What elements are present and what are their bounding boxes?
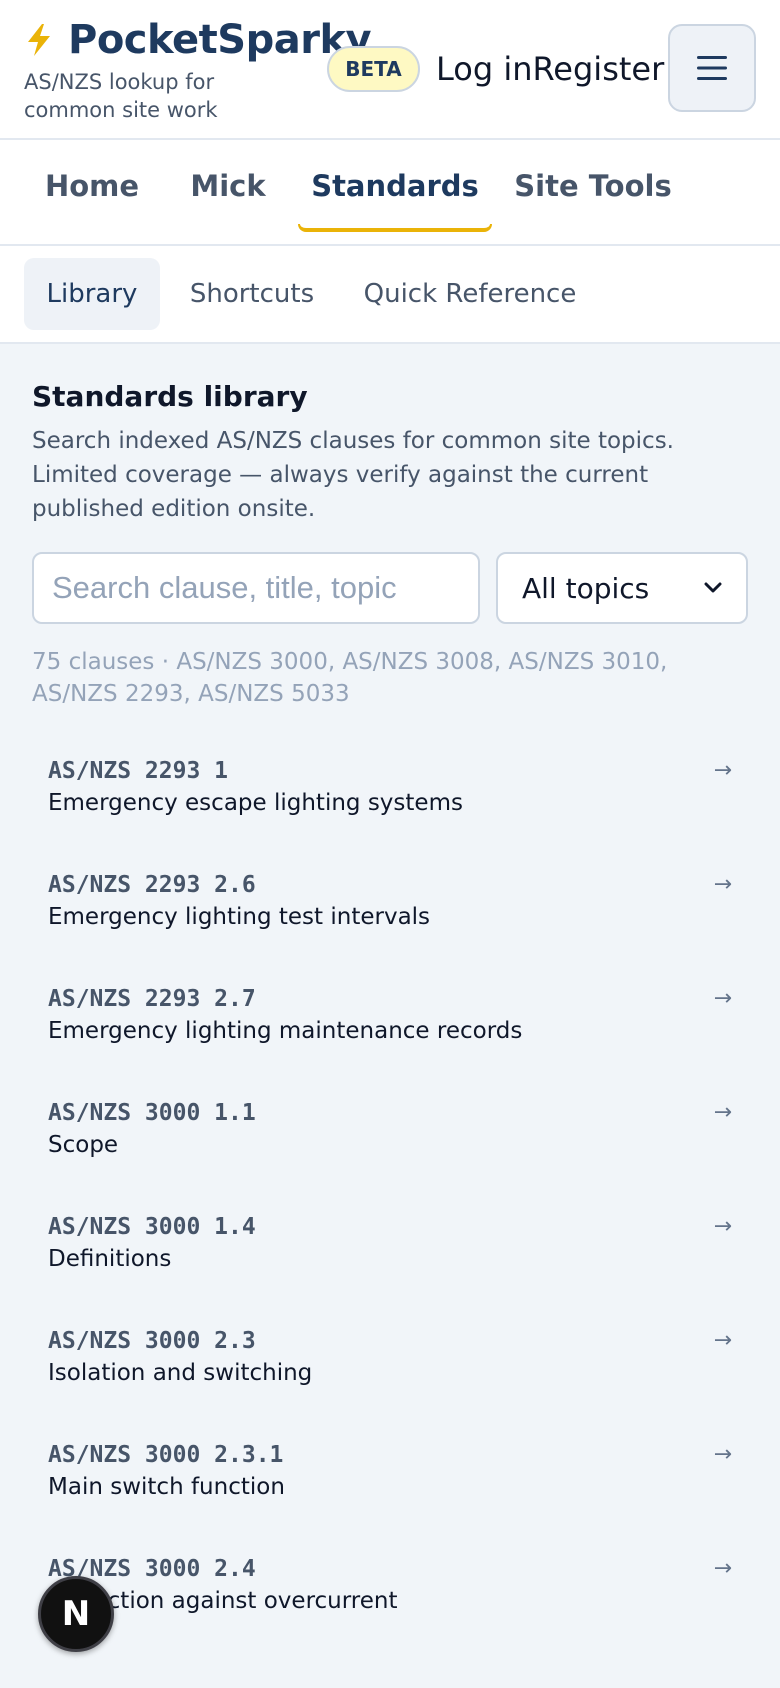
login-link[interactable]: Log in bbox=[436, 50, 533, 88]
bolt-icon bbox=[28, 24, 50, 56]
clause-row[interactable]: AS/NZS 3000 1.4 Definitions → bbox=[32, 1196, 748, 1310]
clause-title: Definitions bbox=[48, 1246, 172, 1272]
clause-title: Isolation and switching bbox=[48, 1360, 313, 1386]
chevron-down-icon bbox=[704, 582, 722, 593]
app-header: PocketSparky AS/NZS lookup for common si… bbox=[0, 0, 780, 140]
menu-button[interactable] bbox=[668, 24, 756, 112]
tab-home[interactable]: Home bbox=[32, 140, 152, 232]
brand[interactable]: PocketSparky AS/NZS lookup for common si… bbox=[24, 17, 372, 124]
arrow-right-icon: → bbox=[713, 758, 732, 783]
brand-name: PocketSparky bbox=[68, 17, 372, 63]
clause-code: AS/NZS 3000 1.4 bbox=[48, 1214, 256, 1240]
clause-code: AS/NZS 2293 2.6 bbox=[48, 872, 256, 898]
topic-select[interactable]: All topics bbox=[496, 552, 748, 624]
active-tab-indicator bbox=[298, 224, 492, 232]
register-link[interactable]: Register bbox=[533, 50, 665, 88]
clause-row[interactable]: AS/NZS 3000 2.4 Protection against overc… bbox=[32, 1538, 748, 1652]
clause-title: Emergency lighting maintenance records bbox=[48, 1018, 523, 1044]
clause-row[interactable]: AS/NZS 2293 2.7 Emergency lighting maint… bbox=[32, 968, 748, 1082]
search-input[interactable]: Search clause, title, topic bbox=[32, 552, 480, 624]
tab-site-tools[interactable]: Site Tools bbox=[512, 140, 674, 232]
brand-tagline: AS/NZS lookup for common site work bbox=[24, 70, 218, 122]
auth-links: Log in Register bbox=[436, 46, 664, 92]
section-title: Standards library bbox=[32, 380, 308, 413]
arrow-right-icon: → bbox=[713, 1442, 732, 1467]
sub-nav: Library Shortcuts Quick Reference bbox=[0, 246, 780, 344]
clause-code: AS/NZS 2293 2.7 bbox=[48, 986, 256, 1012]
clause-title: Emergency lighting test intervals bbox=[48, 904, 431, 930]
main-nav: Home Mick Standards Site Tools bbox=[0, 140, 780, 246]
subtab-library[interactable]: Library bbox=[24, 258, 160, 330]
subtab-quick-reference[interactable]: Quick Reference bbox=[352, 258, 588, 330]
section-description: Search indexed AS/NZS clauses for common… bbox=[32, 428, 674, 522]
clause-row[interactable]: AS/NZS 3000 2.3.1 Main switch function → bbox=[32, 1424, 748, 1538]
clause-code: AS/NZS 3000 2.3 bbox=[48, 1328, 256, 1354]
hamburger-icon bbox=[697, 56, 727, 80]
tab-standards[interactable]: Standards bbox=[298, 140, 492, 232]
clause-title: Scope bbox=[48, 1132, 119, 1158]
clause-row[interactable]: AS/NZS 2293 1 Emergency escape lighting … bbox=[32, 740, 748, 854]
arrow-right-icon: → bbox=[713, 1556, 732, 1581]
devtools-button[interactable]: N bbox=[38, 1576, 114, 1652]
tab-mick[interactable]: Mick bbox=[172, 140, 284, 232]
result-meta: 75 clauses · AS/NZS 3000, AS/NZS 3008, A… bbox=[32, 649, 668, 707]
arrow-right-icon: → bbox=[713, 986, 732, 1011]
arrow-right-icon: → bbox=[713, 872, 732, 897]
arrow-right-icon: → bbox=[713, 1214, 732, 1239]
clause-row[interactable]: AS/NZS 2293 2.6 Emergency lighting test … bbox=[32, 854, 748, 968]
subtab-shortcuts[interactable]: Shortcuts bbox=[176, 258, 328, 330]
clause-code: AS/NZS 2293 1 bbox=[48, 758, 229, 784]
beta-badge: BETA bbox=[327, 46, 420, 92]
clause-code: AS/NZS 3000 1.1 bbox=[48, 1100, 256, 1126]
arrow-right-icon: → bbox=[713, 1100, 732, 1125]
clause-code: AS/NZS 3000 2.3.1 bbox=[48, 1442, 284, 1468]
clause-title: Main switch function bbox=[48, 1474, 285, 1500]
clause-row[interactable]: AS/NZS 3000 1.1 Scope → bbox=[32, 1082, 748, 1196]
topic-select-value: All topics bbox=[522, 571, 650, 605]
clause-list: AS/NZS 2293 1 Emergency escape lighting … bbox=[32, 740, 748, 1652]
clause-row[interactable]: AS/NZS 3000 2.3 Isolation and switching … bbox=[32, 1310, 748, 1424]
arrow-right-icon: → bbox=[713, 1328, 732, 1353]
clause-title: Emergency escape lighting systems bbox=[48, 790, 463, 816]
